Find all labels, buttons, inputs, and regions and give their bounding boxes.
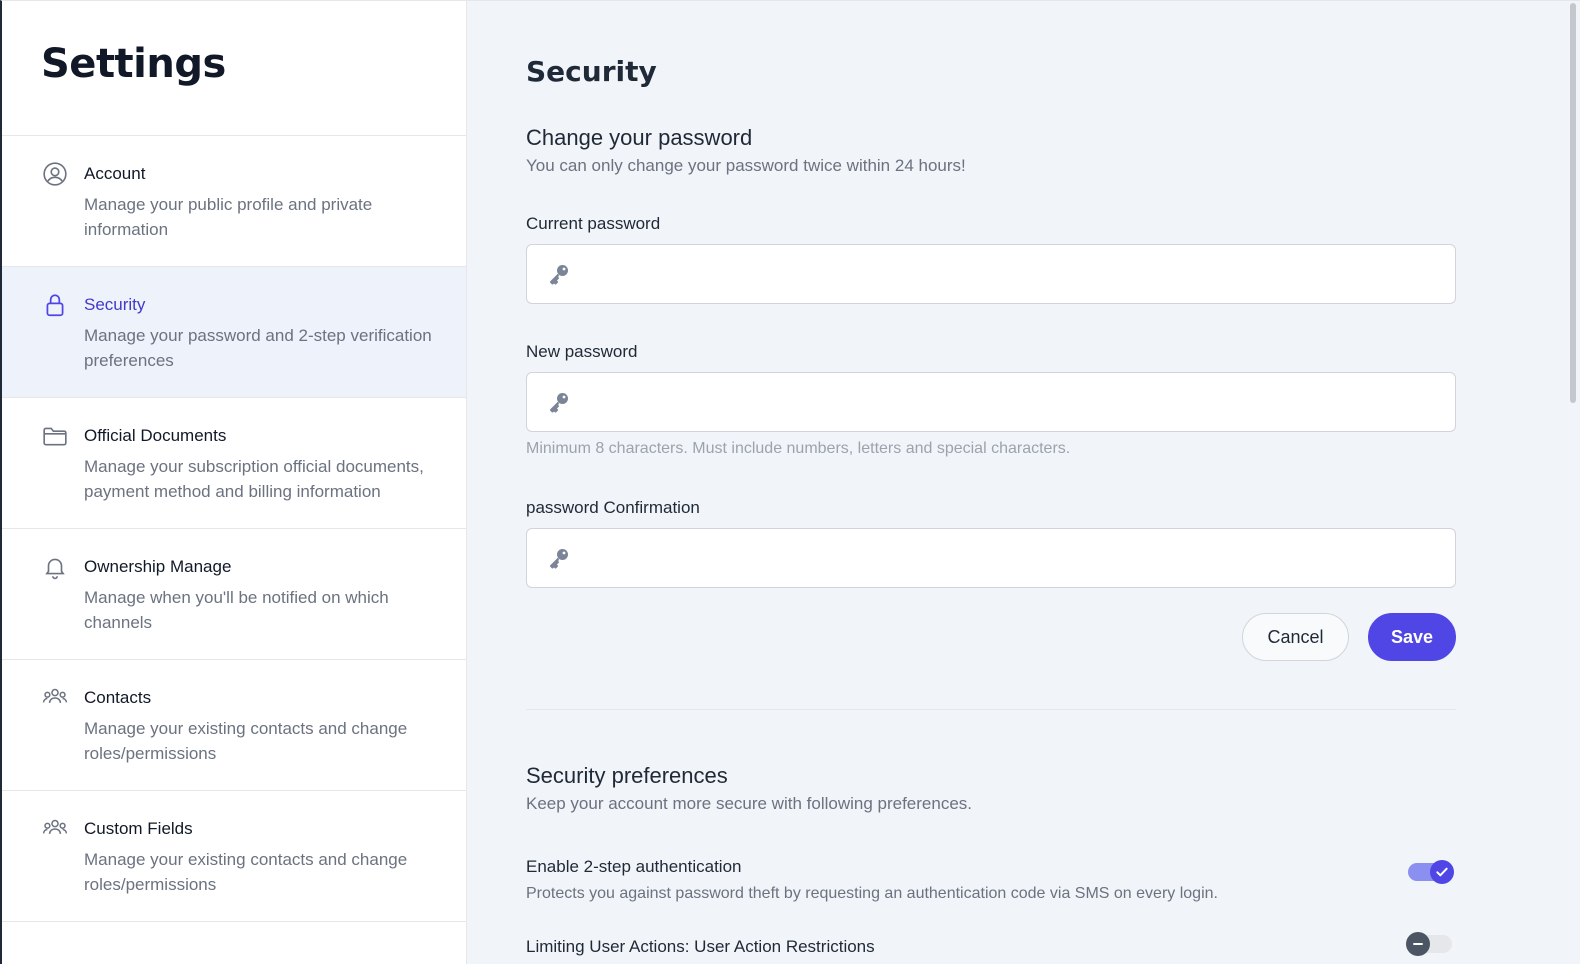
sidebar-item-ownership-manage[interactable]: Ownership Manage Manage when you'll be n… [2,529,466,660]
preference-label: Enable 2-step authentication [526,857,742,876]
sidebar-header: Settings [2,1,466,136]
security-preferences-title: Security preferences [526,763,728,788]
sidebar-item-desc: Manage your existing contacts and change… [84,719,408,763]
preference-label: Limiting User Actions: User Action Restr… [526,937,875,956]
new-password-label: New password [526,342,638,361]
sidebar-item-desc: Manage when you'll be notified on which … [84,588,389,632]
current-password-label: Current password [526,214,661,233]
key-icon [550,549,568,569]
users-icon [42,816,68,842]
cancel-button[interactable]: Cancel [1242,613,1349,661]
change-password-subtitle: You can only change your password twice … [526,156,966,175]
password-confirmation-input[interactable] [527,529,1455,587]
security-preferences-subtitle: Keep your account more secure with follo… [526,794,973,813]
save-button[interactable]: Save [1368,613,1456,661]
current-password-input[interactable] [527,245,1455,303]
sidebar-item-desc: Manage your public profile and private i… [84,195,373,239]
main-scrollbar[interactable] [1566,1,1580,964]
sidebar-item-desc: Manage your subscription official docume… [84,457,424,501]
sidebar-item-desc: Manage your password and 2-step verifica… [84,326,432,370]
check-icon [1430,860,1454,884]
page-title: Security [526,55,657,88]
key-icon [550,393,568,413]
settings-sidebar: Settings Account Manage your public prof… [2,1,467,964]
change-password-title: Change your password [526,125,753,150]
sidebar-item-label: Official Documents [84,426,227,445]
current-password-field[interactable] [526,244,1456,304]
sidebar-item-account[interactable]: Account Manage your public profile and p… [2,136,466,267]
sidebar-item-official-documents[interactable]: Official Documents Manage your subscript… [2,398,466,529]
security-panel: Security Change your password You can on… [467,1,1580,964]
sidebar-title: Settings [41,41,226,87]
password-confirmation-field[interactable] [526,528,1456,588]
sidebar-item-contacts[interactable]: Contacts Manage your existing contacts a… [2,660,466,791]
scrollbar-thumb[interactable] [1570,3,1576,403]
settings-app: Settings Account Manage your public prof… [0,0,1580,964]
sidebar-item-custom-fields[interactable]: Custom Fields Manage your existing conta… [2,791,466,922]
user-circle-icon [42,161,68,187]
preference-user-action-restrictions: Limiting User Actions: User Action Restr… [526,932,1456,957]
bell-icon [42,554,68,580]
preference-two-step-auth: Enable 2-step authentication Protects yo… [526,857,1456,903]
password-confirmation-label: password Confirmation [526,498,700,517]
sidebar-item-label: Account [84,164,146,183]
sidebar-item-label: Custom Fields [84,819,193,838]
preference-desc: Protects you against password theft by r… [526,885,1218,902]
user-action-restrictions-toggle[interactable] [1406,932,1452,956]
two-step-auth-toggle[interactable] [1408,860,1454,884]
password-actions: Cancel Save [526,613,1456,661]
new-password-input[interactable] [527,373,1455,431]
new-password-hint: Minimum 8 characters. Must include numbe… [526,440,1071,457]
section-divider [526,709,1456,710]
sidebar-item-desc: Manage your existing contacts and change… [84,850,408,894]
lock-icon [42,292,68,318]
new-password-field[interactable] [526,372,1456,432]
users-icon [42,685,68,711]
sidebar-item-label: Security [84,295,146,314]
sidebar-item-label: Contacts [84,688,152,707]
minus-icon [1406,932,1430,956]
sidebar-item-security[interactable]: Security Manage your password and 2-step… [2,267,466,398]
key-icon [550,265,568,285]
folder-icon [42,423,68,449]
sidebar-item-label: Ownership Manage [84,557,232,576]
